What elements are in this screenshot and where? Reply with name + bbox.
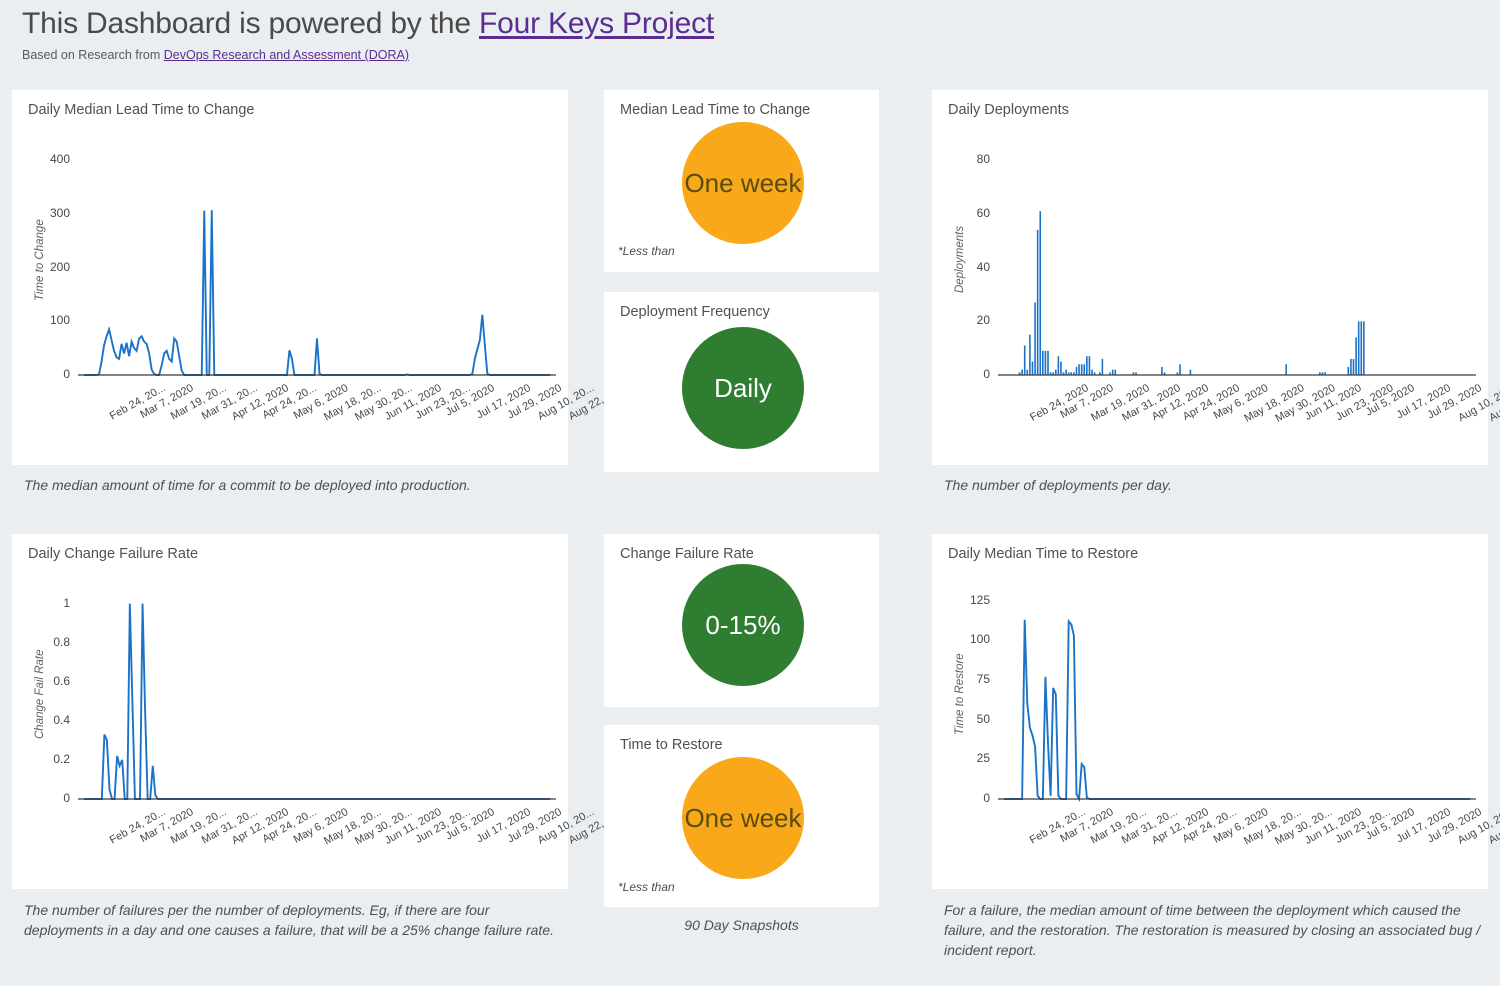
score-value: Daily [714,372,772,403]
bar [1026,369,1029,375]
score-badge-deployment-frequency: Daily [682,327,804,449]
card-title: Daily Deployments [948,102,1069,118]
card-title: Time to Restore [620,737,723,753]
page-title: This Dashboard is powered by the Four Ke… [22,6,1500,42]
chart-daily-change-failure-rate: 0 0.2 0.4 0.6 0.8 1 Change Fail Rate Feb 24, 20… [12,560,627,889]
bar [1088,356,1091,375]
bar [1078,364,1080,375]
line-series [84,603,550,800]
chart-daily-deployments: 0 20 40 60 80 Deployments Feb 24, 2020 Mar 7, 2… [932,116,1500,465]
card-deployment-frequency-score: Deployment Frequency Daily [604,292,879,472]
bar [1352,358,1355,375]
score-badge-lead-time: One week [682,122,804,244]
bar [1357,321,1360,375]
score-badge-time-to-restore: One week [682,757,804,879]
card-title: Deployment Frequency [620,304,770,320]
bar [1111,369,1114,375]
bar [1114,369,1117,375]
bar [1101,358,1104,375]
card-change-failure-rate-score: Change Failure Rate 0-15% [604,534,879,707]
bar [1065,369,1067,375]
caption-deployments: The number of deployments per day. [944,477,1172,493]
caption-snapshots: 90 Day Snapshots [684,917,799,933]
card-median-lead-time-to-change-score: Median Lead Time to Change One week *Les… [604,90,879,272]
score-note-time-to-restore: *Less than [618,880,675,894]
bar [1360,321,1363,375]
dashboard-header: This Dashboard is powered by the Four Ke… [0,0,1500,62]
card-title: Daily Change Failure Rate [28,546,199,562]
line-series [1004,618,1470,803]
card-title: Daily Median Time to Restore [948,546,1139,562]
chart-daily-median-time-to-restore: 0 25 50 75 100 125 Time to Restore Feb 24, 20..… [932,560,1500,889]
bar [1363,321,1365,375]
bar [1039,211,1042,375]
score-badge-change-failure-rate: 0-15% [682,564,804,686]
card-title: Daily Median Lead Time to Change [28,102,255,118]
bar [1347,366,1350,375]
page-subtitle: Based on Research from DevOps Research a… [22,48,1500,62]
bar [1036,229,1039,375]
card-daily-deployments: Daily Deployments 0 20 40 60 80 Deployments Fe… [932,90,1500,465]
caption-time-to-restore: For a failure, the median amount of time… [944,902,1481,958]
card-daily-median-time-to-restore: Daily Median Time to Restore 0 25 50 75 100 1… [932,534,1500,889]
bar [1060,361,1062,375]
card-title: Change Failure Rate [620,546,754,562]
chart-daily-median-lead-time-to-change: 0 100 200 300 400 Time to Change Feb 24, 20...… [12,116,627,465]
bar [1350,358,1352,375]
bar [1355,337,1357,375]
bar [1031,361,1034,375]
bar [1044,350,1047,375]
caption-lead-time: The median amount of time for a commit t… [24,477,471,493]
bar [1080,364,1083,375]
score-value: 0-15% [705,609,781,640]
score-note-lead-time: *Less than [618,244,675,258]
score-value: One week [684,167,802,198]
bar [1057,356,1060,375]
bar [1285,364,1287,375]
caption-change-failure-rate: The number of failures per the number of… [24,902,554,938]
card-daily-median-lead-time-to-change: Daily Median Lead Time to Change 0 100 200… [12,90,627,465]
bar [1161,366,1163,375]
bar [1023,345,1026,375]
bar [1086,356,1088,375]
bar [1179,364,1181,375]
card-daily-change-failure-rate: Daily Change Failure Rate 0 0.2 0.4 0.6 0.8 1… [12,534,627,889]
bar [1054,369,1057,375]
bar [1034,302,1036,375]
four-keys-project-link[interactable]: Four Keys Project [479,7,714,40]
bar [1083,364,1086,375]
page-subtitle-text: Based on Research from [22,48,164,62]
bar [1042,350,1044,375]
bar [1047,350,1049,375]
page-title-text: This Dashboard is powered by the [22,7,479,40]
card-title: Median Lead Time to Change [620,102,811,118]
bar [1021,369,1023,375]
bar [1189,369,1192,375]
line-series [84,210,550,376]
bar [1029,334,1031,375]
bar [1075,366,1078,375]
score-value: One week [684,802,802,833]
dora-research-link[interactable]: DevOps Research and Assessment (DORA) [164,48,409,62]
bar [1091,369,1093,375]
card-time-to-restore-score: Time to Restore One week *Less than [604,725,879,907]
